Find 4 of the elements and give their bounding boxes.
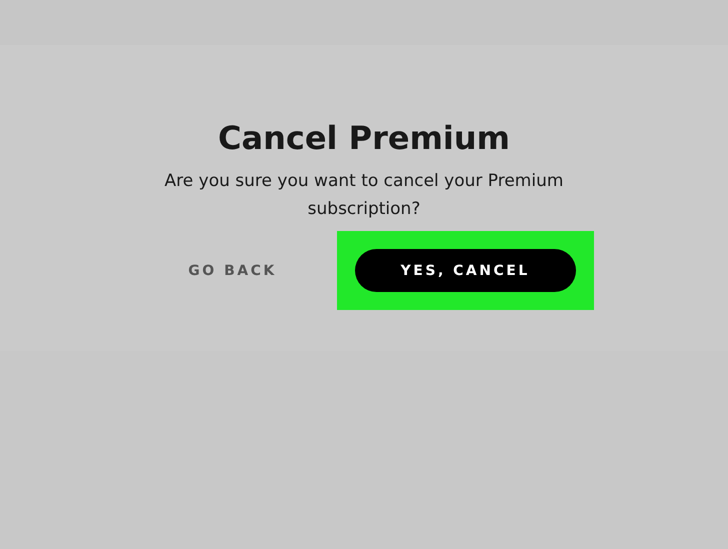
dialog-message: Are you sure you want to cancel your Premium subscription?: [164, 170, 564, 221]
go-back-button[interactable]: GO BACK: [172, 252, 293, 288]
yes-cancel-button[interactable]: YES, CANCEL: [354, 249, 576, 292]
dialog-title: Cancel Premium: [218, 119, 510, 157]
